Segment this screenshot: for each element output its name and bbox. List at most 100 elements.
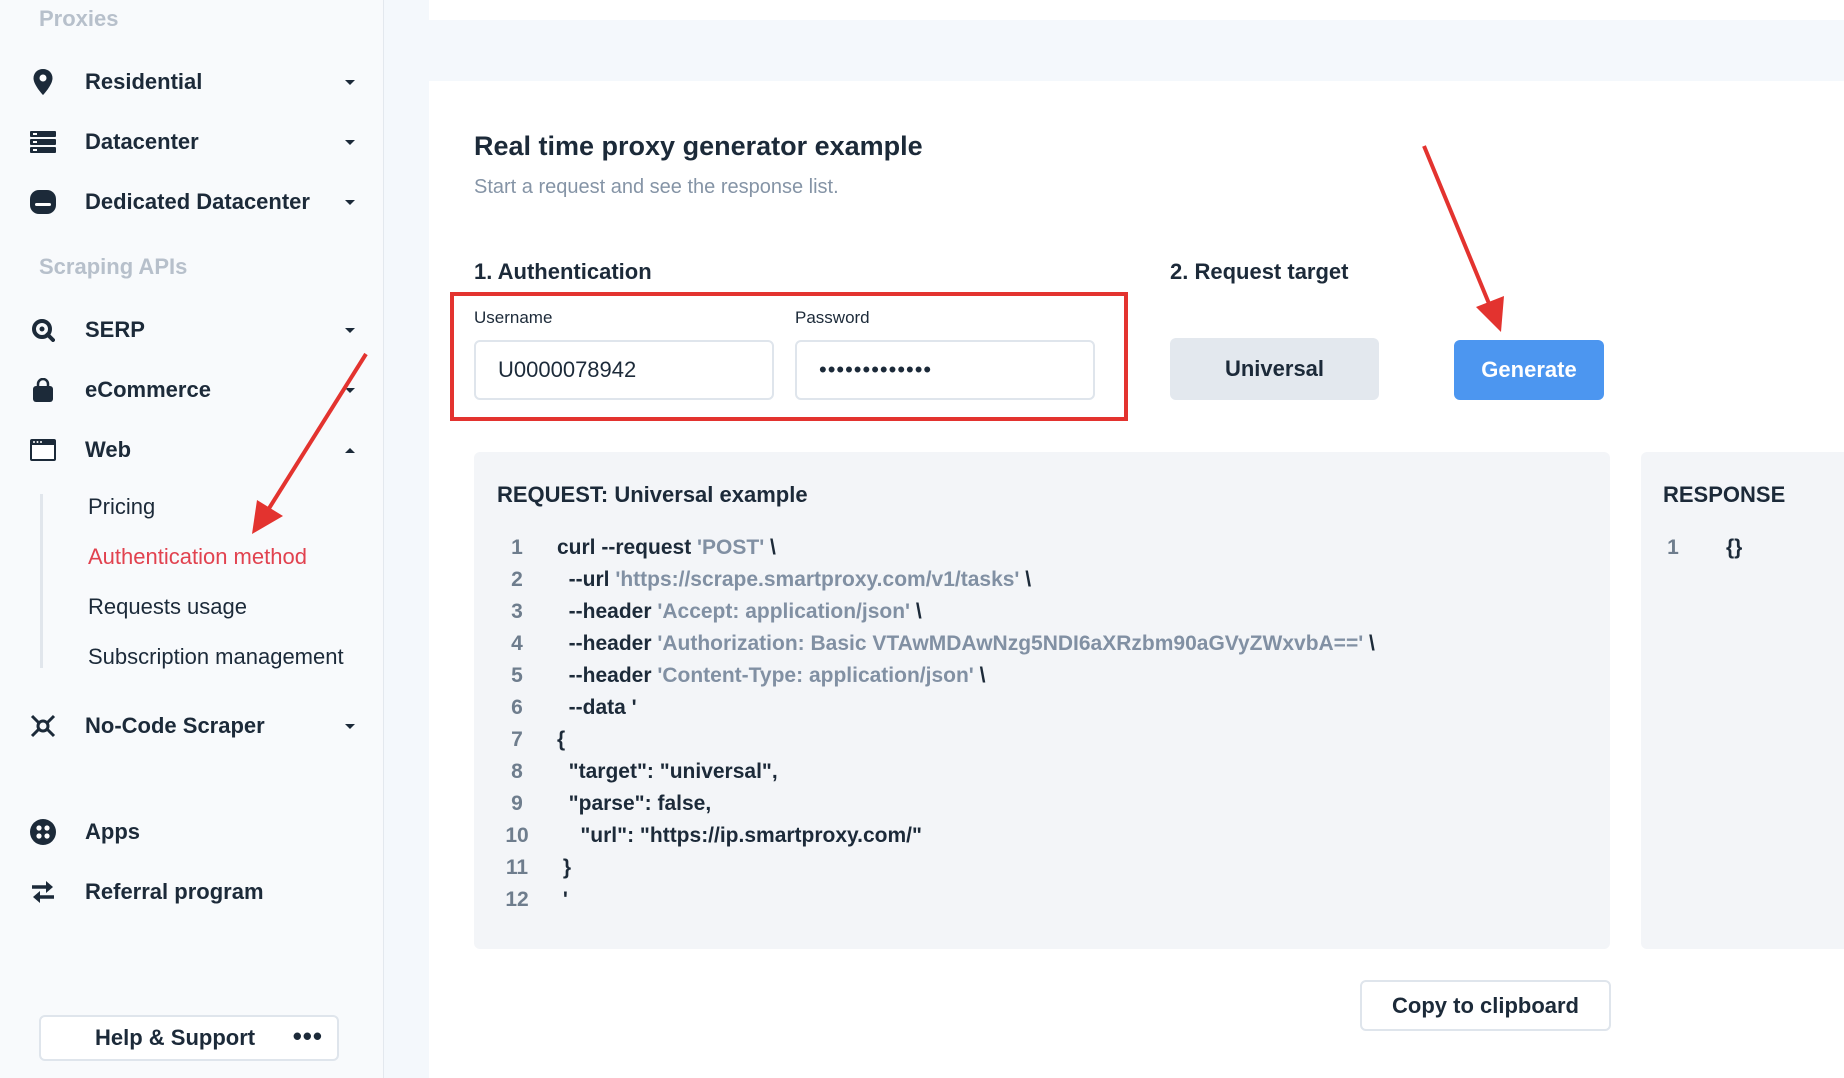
search-icon — [28, 315, 58, 345]
username-label: Username — [474, 308, 553, 327]
sidebar-item-apps[interactable]: Apps — [0, 810, 370, 854]
authentication-step-title: 1. Authentication — [474, 259, 652, 284]
code-segment: curl --request — [557, 536, 698, 559]
code-text: --url 'https://scrape.smartproxy.com/v1/… — [557, 568, 1031, 592]
response-panel: RESPONSE 1 {} — [1641, 452, 1844, 949]
request-target-step-title: 2. Request target — [1170, 259, 1349, 284]
sidebar-item-no-code-scraper[interactable]: No-Code Scraper — [0, 704, 370, 748]
page-subtitle: Start a request and see the response lis… — [474, 176, 839, 198]
code-text: ' — [557, 888, 568, 912]
database-icon — [28, 187, 58, 217]
location-pin-icon — [28, 67, 58, 97]
submenu-divider — [40, 494, 43, 668]
code-segment: \ — [973, 664, 986, 687]
code-string: 'POST' — [697, 536, 765, 559]
line-number: 12 — [505, 888, 529, 911]
sidebar-item-label: SERP — [85, 317, 145, 342]
code-segment: ' — [557, 888, 568, 911]
line-number: 1 — [511, 536, 523, 559]
top-card — [429, 0, 1844, 20]
section-title-scraping-apis: Scraping APIs — [39, 254, 188, 279]
code-segment: \ — [764, 536, 776, 559]
sidebar-item-label: Web — [85, 437, 132, 462]
chevron-down-icon — [345, 199, 355, 205]
code-segment: {} — [1726, 536, 1743, 559]
line-number: 5 — [511, 664, 523, 687]
sidebar-item-referral-program[interactable]: Referral program — [0, 870, 370, 914]
section-title-proxies: Proxies — [39, 6, 119, 31]
sidebar-item-label: Referral program — [85, 879, 264, 904]
sidebar-item-label: No-Code Scraper — [85, 713, 265, 738]
username-field[interactable] — [474, 340, 774, 400]
scraper-icon — [28, 711, 58, 741]
line-number: 4 — [511, 632, 523, 655]
line-number: 9 — [511, 792, 523, 815]
sidebar-item-ecommerce[interactable]: eCommerce — [0, 368, 370, 412]
code-text: } — [557, 856, 571, 880]
submenu-item-requests-usage[interactable]: Requests usage — [88, 594, 247, 620]
submenu-item-authentication-method[interactable]: Authentication method — [88, 544, 307, 570]
chevron-up-icon — [345, 447, 355, 453]
line-number: 1 — [1667, 536, 1679, 559]
code-segment: --header — [557, 632, 658, 655]
code-segment: --header — [557, 664, 658, 687]
code-text: --data ' — [557, 696, 637, 720]
code-text: {} — [1726, 536, 1742, 560]
code-segment: "parse": false, — [557, 792, 712, 815]
sidebar-item-residential[interactable]: Residential — [0, 60, 370, 104]
code-segment: } — [557, 856, 572, 879]
code-string: 'Authorization: Basic VTAwMDAwNzg5NDI6aX… — [657, 632, 1364, 655]
code-text: --header 'Content-Type: application/json… — [557, 664, 986, 688]
more-options-icon[interactable]: ••• — [293, 1023, 323, 1049]
sidebar-item-serp[interactable]: SERP — [0, 308, 370, 352]
sidebar-item-web[interactable]: Web — [0, 428, 370, 472]
response-title: RESPONSE — [1663, 482, 1786, 507]
line-number: 2 — [511, 568, 523, 591]
submenu-item-subscription-management[interactable]: Subscription management — [88, 644, 344, 670]
universal-target-button[interactable]: Universal — [1170, 338, 1379, 400]
sidebar-item-label: Dedicated Datacenter — [85, 189, 310, 214]
chevron-down-icon — [345, 79, 355, 85]
code-text: curl --request 'POST' \ — [557, 536, 776, 560]
line-number: 3 — [511, 600, 523, 623]
code-segment: "url": "https://ip.smartproxy.com/" — [557, 824, 922, 847]
line-number: 10 — [505, 824, 529, 847]
code-segment: \ — [1019, 568, 1032, 591]
code-text: "target": "universal", — [557, 760, 778, 784]
password-field[interactable] — [795, 340, 1095, 400]
sidebar-item-label: Datacenter — [85, 129, 199, 154]
password-label: Password — [795, 308, 870, 327]
code-text: --header 'Authorization: Basic VTAwMDAwN… — [557, 632, 1375, 656]
sidebar-item-dedicated-datacenter[interactable]: Dedicated Datacenter — [0, 180, 370, 224]
sidebar-item-label: Apps — [85, 819, 140, 844]
code-string: 'https://scrape.smartproxy.com/v1/tasks' — [615, 568, 1020, 591]
chevron-down-icon — [345, 723, 355, 729]
code-segment: --data ' — [557, 696, 637, 719]
code-text: "parse": false, — [557, 792, 712, 816]
code-text: { — [557, 728, 565, 752]
code-string: 'Accept: application/json' — [657, 600, 911, 623]
shopping-bag-icon — [28, 375, 58, 405]
sidebar-item-label: Residential — [85, 69, 203, 94]
request-title: REQUEST: Universal example — [497, 482, 808, 507]
exchange-arrows-icon — [28, 877, 58, 907]
apps-grid-icon — [28, 817, 58, 847]
code-text: --header 'Accept: application/json' \ — [557, 600, 922, 624]
chevron-down-icon — [345, 327, 355, 333]
code-segment: --url — [557, 568, 616, 591]
code-string: 'Content-Type: application/json' — [657, 664, 974, 687]
browser-window-icon — [28, 435, 58, 465]
generate-button[interactable]: Generate — [1454, 340, 1604, 400]
page-title: Real time proxy generator example — [474, 131, 923, 161]
code-segment: --header — [557, 600, 658, 623]
sidebar-item-datacenter[interactable]: Datacenter — [0, 120, 370, 164]
submenu-item-pricing[interactable]: Pricing — [88, 494, 155, 520]
help-support-button[interactable]: Help & Support ••• — [39, 1015, 339, 1061]
line-number: 7 — [511, 728, 523, 751]
sidebar: Proxies Residential Datacenter Dedicated… — [0, 0, 384, 1078]
copy-to-clipboard-button[interactable]: Copy to clipboard — [1360, 980, 1611, 1031]
line-number: 6 — [511, 696, 523, 719]
code-segment: "target": "universal", — [557, 760, 778, 783]
chevron-down-icon — [345, 387, 355, 393]
line-number: 8 — [511, 760, 523, 783]
